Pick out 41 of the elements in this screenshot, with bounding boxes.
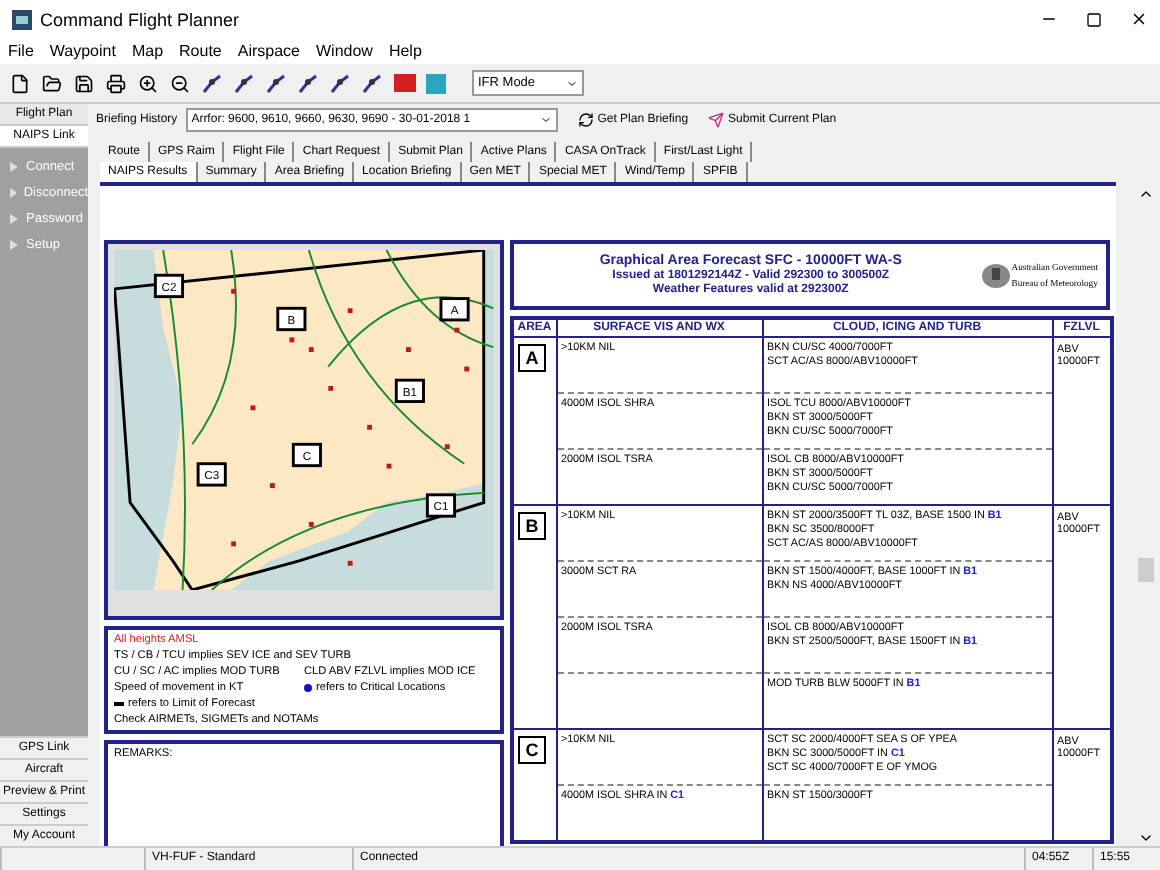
route-tool-icon[interactable] [298, 73, 318, 93]
area-label: B [518, 512, 546, 540]
route-tool-icon[interactable] [234, 73, 254, 93]
close-icon[interactable] [1130, 10, 1148, 28]
route-tool-icon[interactable] [202, 73, 222, 93]
stop-tool-icon[interactable] [393, 74, 415, 92]
scroll-down-icon[interactable] [1138, 830, 1154, 846]
new-file-icon[interactable] [10, 73, 30, 93]
scrollbar-thumb[interactable] [1138, 558, 1154, 582]
menu-item[interactable]: Route [179, 42, 222, 60]
dot-icon [304, 684, 312, 692]
menu-item[interactable]: Waypoint [49, 42, 116, 60]
maximize-icon[interactable] [1086, 11, 1102, 27]
zoom-in-icon[interactable] [138, 73, 158, 93]
printer-icon[interactable] [106, 73, 126, 93]
open-folder-icon[interactable] [42, 73, 62, 93]
scroll-up-icon[interactable] [1138, 186, 1154, 202]
menu-item[interactable]: Airspace [237, 42, 300, 60]
menu-item[interactable]: Map [131, 42, 164, 60]
menu-item[interactable]: Window [316, 42, 373, 60]
menu-item[interactable]: Help [388, 42, 422, 60]
arrow-icon [10, 161, 18, 171]
dropdown-caret-icon [566, 77, 578, 89]
zoom-out-icon[interactable] [170, 73, 190, 93]
arrow-icon [10, 239, 18, 249]
arrow-icon [10, 187, 16, 197]
route-tool-icon[interactable] [330, 73, 350, 93]
arrow-icon [10, 213, 18, 223]
save-icon[interactable] [74, 73, 94, 93]
dropdown-caret-icon [539, 113, 552, 125]
dash-icon [114, 702, 124, 706]
window-title: Command Flight Planner [40, 9, 242, 29]
refresh-icon [577, 111, 594, 127]
coat-of-arms-icon [979, 259, 1012, 291]
area-label: A [518, 344, 546, 372]
app-icon [12, 9, 32, 29]
menu-item[interactable]: File [8, 42, 34, 60]
route-tool-icon[interactable] [362, 73, 382, 93]
send-icon [708, 111, 725, 127]
area-label: C [518, 736, 546, 764]
route-tool-icon[interactable] [266, 73, 286, 93]
